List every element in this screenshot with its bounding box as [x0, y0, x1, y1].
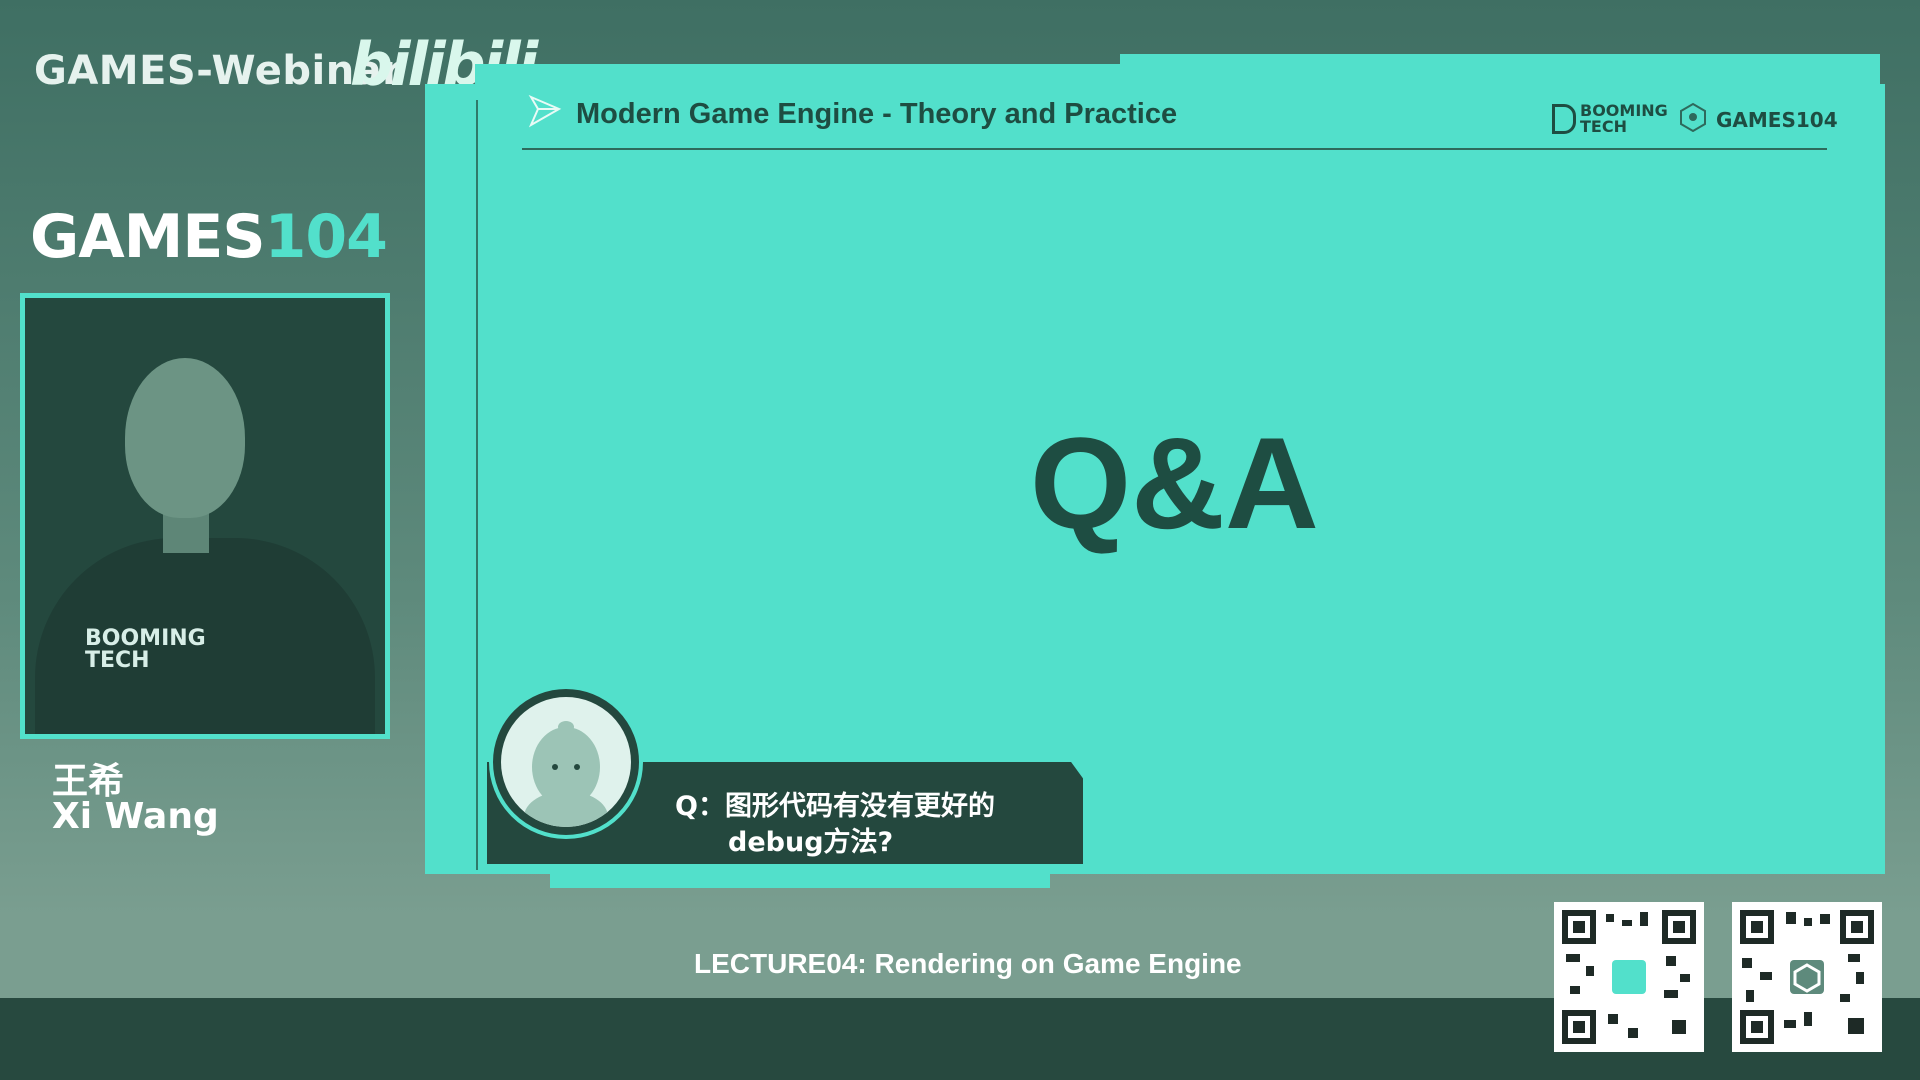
question-line2: debug方法? — [728, 827, 894, 858]
shirt-logo-line2: TECH — [85, 648, 150, 673]
shirt-logo-line1: BOOMING — [85, 626, 206, 651]
play-arrow-icon — [528, 94, 562, 128]
speaker-name-en: Xi Wang — [52, 796, 219, 837]
logo-games-text: GAMES — [30, 202, 266, 272]
booming-logo-line2: TECH — [1580, 117, 1627, 136]
cartoon-avatar-icon — [524, 721, 608, 827]
speaker-video: BOOMING TECH — [20, 293, 390, 739]
booming-b-icon — [1552, 104, 1576, 134]
lecture-title: LECTURE04: Rendering on Game Engine — [694, 948, 1242, 979]
games104-side-logo: GAMES104 — [30, 202, 388, 272]
webinar-label: GAMES-Webinar — [34, 48, 403, 94]
qr-code-icon — [1554, 902, 1704, 1052]
booming-tech-logo: BOOMING TECH — [1580, 103, 1668, 135]
qr-code-icon — [1732, 902, 1882, 1052]
games104-slide-logo: GAMES104 — [1716, 108, 1838, 132]
header-divider — [522, 148, 1827, 150]
avatar-background — [501, 697, 631, 827]
shirt-logo: BOOMING TECH — [85, 628, 206, 672]
slide-main-text: Q&A — [1030, 410, 1319, 556]
course-title: Modern Game Engine - Theory and Practice — [576, 98, 1178, 130]
games-mini-icon — [1680, 102, 1706, 132]
question-line1: Q：图形代码有没有更好的 — [675, 791, 995, 822]
question-avatar — [489, 685, 643, 839]
logo-104-text: 104 — [264, 202, 388, 272]
speaker-head — [125, 358, 245, 518]
slide-edge-line — [476, 100, 478, 870]
